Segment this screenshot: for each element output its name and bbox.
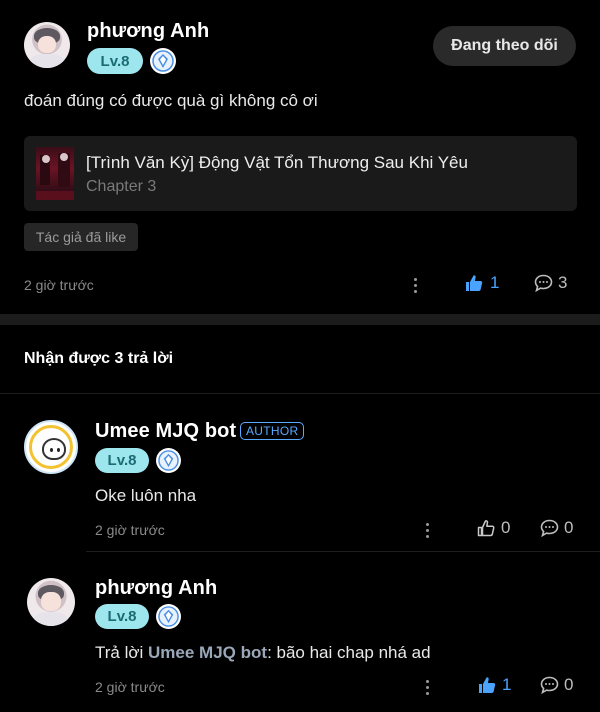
reply-like-count: 0 xyxy=(501,518,511,537)
post-author-name[interactable]: phương Anh xyxy=(87,20,209,43)
more-icon[interactable] xyxy=(420,521,434,539)
divider xyxy=(86,551,600,552)
thumbs-up-icon xyxy=(466,275,483,291)
divider xyxy=(0,393,600,394)
follow-button[interactable]: Đang theo dõi xyxy=(433,26,576,66)
reply-prefix: Trả lời xyxy=(95,643,144,662)
reply-text: Trả lời Umee MJQ bot: bão hai chap nhá a… xyxy=(95,643,431,663)
reply-text: Oke luôn nha xyxy=(95,486,197,505)
reply-author-avatar[interactable] xyxy=(24,420,78,474)
mention-link[interactable]: Umee MJQ bot xyxy=(148,643,267,662)
reply-comment-count: 0 xyxy=(564,518,574,537)
thumbs-up-icon xyxy=(477,520,495,537)
story-chapter: Chapter 3 xyxy=(86,178,157,195)
replies-header: Nhận được 3 trả lời xyxy=(24,350,174,367)
reply-like-button[interactable]: 0 xyxy=(476,518,510,538)
reply-comment-button[interactable]: 0 xyxy=(539,518,573,538)
more-icon[interactable] xyxy=(408,276,422,294)
post-text: đoán đúng có được quà gì không cô ơi xyxy=(24,91,318,110)
comment-icon xyxy=(534,274,553,293)
reply-time: 2 giờ trước xyxy=(95,522,165,538)
reply-comment-button[interactable]: 0 xyxy=(539,675,573,695)
post-comment-button[interactable]: 3 xyxy=(533,273,567,293)
author-liked-tag: Tác giả đã like xyxy=(24,223,138,251)
post-like-button[interactable]: 1 xyxy=(464,273,499,293)
post-author-avatar[interactable] xyxy=(24,22,70,68)
author-tag: AUTHOR xyxy=(240,422,305,440)
comment-icon xyxy=(540,519,559,538)
reply-author-name[interactable]: phương Anh xyxy=(95,577,217,600)
post-like-count: 1 xyxy=(490,273,500,292)
level-badge: Lv.8 xyxy=(95,448,149,473)
reply-author-name[interactable]: Umee MJQ bot xyxy=(95,420,236,443)
reply-like-count: 1 xyxy=(502,675,512,694)
more-icon[interactable] xyxy=(420,678,434,696)
reply-comment-count: 0 xyxy=(564,675,574,694)
shield-icon xyxy=(156,448,181,473)
thumbs-up-icon xyxy=(479,677,496,693)
post-comment-count: 3 xyxy=(558,273,568,292)
story-title: [Trình Văn Kỳ] Động Vật Tổn Thương Sau K… xyxy=(86,153,468,172)
shield-icon xyxy=(150,48,176,74)
reply-time: 2 giờ trước xyxy=(95,679,165,695)
reply-body: : bão hai chap nhá ad xyxy=(267,643,431,662)
post-time: 2 giờ trước xyxy=(24,277,94,293)
linked-story-card[interactable]: [Trình Văn Kỳ] Động Vật Tổn Thương Sau K… xyxy=(24,136,577,211)
shield-icon xyxy=(156,604,181,629)
story-thumbnail xyxy=(36,147,74,200)
level-badge: Lv.8 xyxy=(95,604,149,629)
level-badge: Lv.8 xyxy=(87,48,143,74)
reply-author-avatar[interactable] xyxy=(27,578,75,626)
section-divider xyxy=(0,314,600,325)
comment-icon xyxy=(540,676,559,695)
reply-like-button[interactable]: 1 xyxy=(477,675,511,695)
